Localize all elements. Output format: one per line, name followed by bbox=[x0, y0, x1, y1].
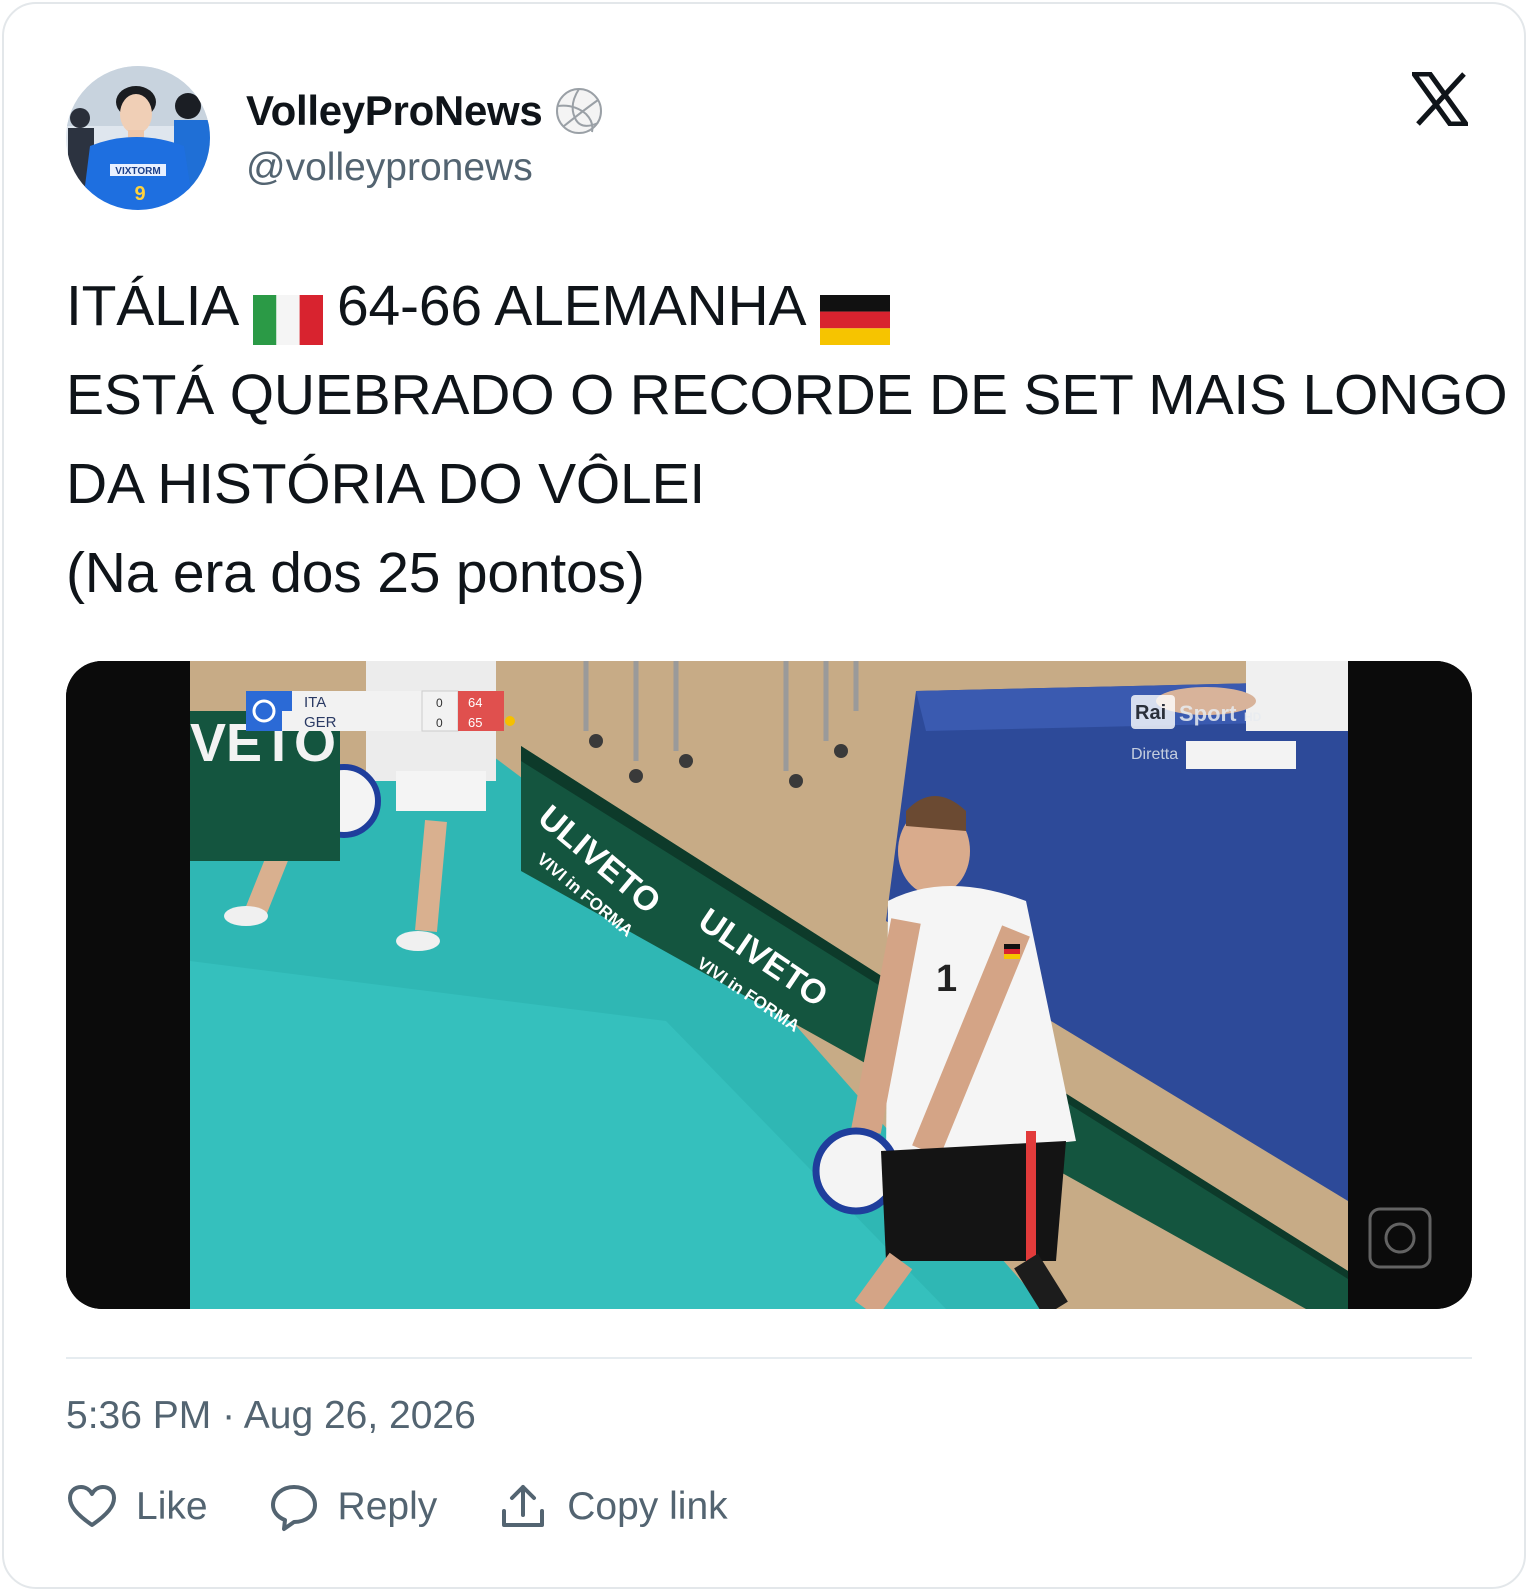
tweet-line-3: DA HISTÓRIA DO VÔLEI bbox=[66, 452, 706, 516]
score-team2-sets: 0 bbox=[436, 716, 443, 730]
broadcast-status: Diretta bbox=[1131, 746, 1178, 763]
x-logo-icon[interactable] bbox=[1409, 71, 1471, 127]
like-button[interactable]: Like bbox=[66, 1481, 208, 1533]
author-display-name[interactable]: VolleyProNews bbox=[246, 86, 604, 136]
reply-bubble-icon bbox=[268, 1481, 320, 1533]
share-upload-icon bbox=[497, 1481, 549, 1533]
score-team2: GER bbox=[304, 714, 337, 731]
copy-link-label: Copy link bbox=[567, 1485, 728, 1528]
score-team2-points: 65 bbox=[468, 715, 482, 730]
like-label: Like bbox=[136, 1485, 208, 1528]
tweet-card: VIXTORM 9 VolleyProNews @volleypronews I… bbox=[2, 2, 1526, 1589]
avatar-jersey-text: VIXTORM bbox=[115, 166, 160, 177]
tweet-text: ITÁLIA 64-66 ALEMANHA ESTÁ QUEBRADO O RE… bbox=[66, 262, 1508, 618]
broadcaster-hd: HD bbox=[1244, 710, 1262, 724]
score-team1-sets: 0 bbox=[436, 696, 443, 710]
reply-label: Reply bbox=[337, 1485, 438, 1528]
broadcaster-name: Rai bbox=[1135, 702, 1166, 724]
tweet-line1-left: ITÁLIA bbox=[66, 274, 240, 338]
volleyball-icon bbox=[554, 86, 604, 136]
display-name-text: VolleyProNews bbox=[246, 87, 543, 134]
reply-button[interactable]: Reply bbox=[268, 1481, 438, 1533]
heart-icon bbox=[66, 1481, 118, 1533]
tweet-line-2: ESTÁ QUEBRADO O RECORDE DE SET MAIS LONG… bbox=[66, 363, 1508, 427]
avatar[interactable]: VIXTORM 9 bbox=[66, 66, 210, 210]
broadcaster-suffix: Sport bbox=[1179, 701, 1237, 726]
player-number: 1 bbox=[936, 958, 957, 1000]
tweet-line-4: (Na era dos 25 pontos) bbox=[66, 541, 645, 605]
score-team1-points: 64 bbox=[468, 695, 482, 710]
tweet-media-image[interactable]: ULIVETO VIVI in FORMA ULIVETO VIVI in FO… bbox=[66, 661, 1472, 1309]
author-handle[interactable]: @volleypronews bbox=[246, 146, 533, 190]
scoreboard: ITA GER 0 0 64 65 bbox=[246, 690, 515, 732]
tweet-timestamp[interactable]: 5:36 PM · Aug 26, 2026 bbox=[66, 1394, 476, 1438]
divider bbox=[66, 1357, 1472, 1359]
avatar-jersey-number: 9 bbox=[134, 183, 145, 205]
germany-flag-icon bbox=[820, 282, 891, 345]
tweet-actions: Like Reply Copy link bbox=[66, 1479, 788, 1535]
score-team1: ITA bbox=[304, 694, 326, 711]
tweet-line-1: ITÁLIA 64-66 ALEMANHA bbox=[66, 262, 1486, 351]
copy-link-button[interactable]: Copy link bbox=[497, 1481, 728, 1533]
tweet-line1-middle: 64-66 ALEMANHA bbox=[337, 274, 807, 338]
italy-flag-icon bbox=[253, 282, 324, 345]
